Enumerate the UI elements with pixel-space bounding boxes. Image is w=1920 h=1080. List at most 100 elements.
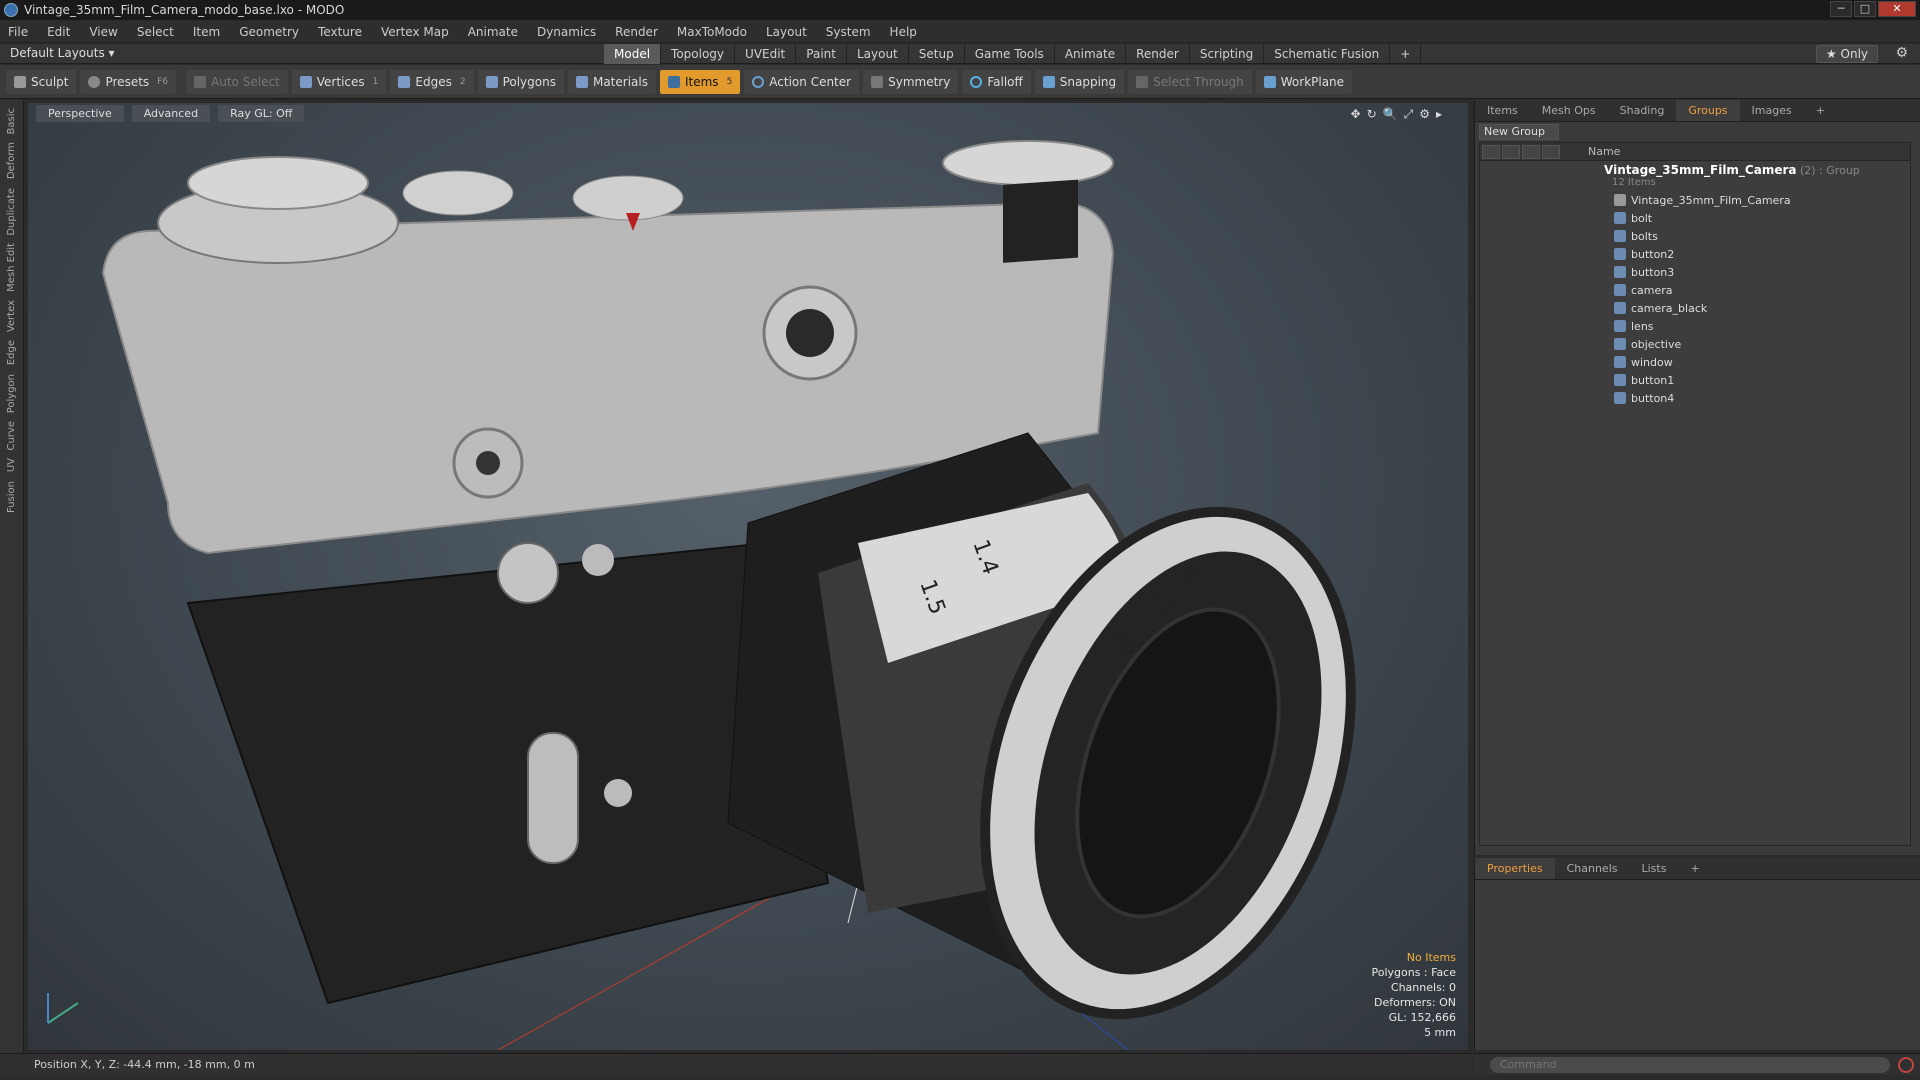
tab-shading[interactable]: Shading xyxy=(1608,100,1677,121)
advanced-shading-button[interactable]: Advanced xyxy=(131,105,211,122)
group-row[interactable]: Vintage_35mm_Film_Camera (2) : Group 12 … xyxy=(1480,161,1910,191)
list-item[interactable]: button2 xyxy=(1480,245,1910,263)
edges-mode-button[interactable]: Edges 2 xyxy=(390,69,474,94)
default-layouts-dropdown[interactable]: Default Layouts ▾ xyxy=(10,46,115,60)
list-item[interactable]: objective xyxy=(1480,335,1910,353)
list-item[interactable]: camera xyxy=(1480,281,1910,299)
add-properties-tab-button[interactable]: + xyxy=(1678,858,1711,879)
menu-select[interactable]: Select xyxy=(137,25,174,39)
left-tab-edge[interactable]: Edge xyxy=(6,340,17,365)
viewport-info: No Items Polygons : Face Channels: 0 Def… xyxy=(1371,950,1456,1040)
action-center-button[interactable]: Action Center xyxy=(744,69,860,94)
tab-images[interactable]: Images xyxy=(1740,100,1804,121)
name-column-header[interactable]: Name xyxy=(1568,145,1620,158)
menu-texture[interactable]: Texture xyxy=(318,25,362,39)
falloff-button[interactable]: Falloff xyxy=(962,69,1031,94)
tab-groups[interactable]: Groups xyxy=(1676,100,1740,121)
locator-icon xyxy=(1614,194,1626,206)
tab-items[interactable]: Items xyxy=(1475,100,1530,121)
menu-vertex-map[interactable]: Vertex Map xyxy=(381,25,449,39)
list-item[interactable]: button3 xyxy=(1480,263,1910,281)
tab-channels[interactable]: Channels xyxy=(1555,858,1630,879)
workplane-button[interactable]: WorkPlane xyxy=(1255,69,1353,94)
left-tab-duplicate[interactable]: Duplicate xyxy=(6,188,17,236)
3d-viewport[interactable]: 1.4 1.5 8 11 16 Perspective Advanced Ray… xyxy=(28,103,1468,1050)
settings-gear-icon[interactable]: ⚙ xyxy=(1895,45,1908,61)
sculpt-button[interactable]: Sculpt xyxy=(6,69,77,94)
list-item[interactable]: button1 xyxy=(1480,371,1910,389)
position-readout: Position X, Y, Z: -44.4 mm, -18 mm, 0 m xyxy=(34,1058,255,1071)
ray-gl-toggle[interactable]: Ray GL: Off xyxy=(218,105,305,122)
snapping-button[interactable]: Snapping xyxy=(1034,69,1125,94)
list-item[interactable]: bolts xyxy=(1480,227,1910,245)
menu-animate[interactable]: Animate xyxy=(468,25,518,39)
menu-dynamics[interactable]: Dynamics xyxy=(537,25,596,39)
tab-paint[interactable]: Paint xyxy=(796,44,847,64)
maximize-button[interactable]: □ xyxy=(1854,1,1876,17)
auto-select-icon xyxy=(194,75,207,88)
window-title: Vintage_35mm_Film_Camera_modo_base.lxo -… xyxy=(24,3,345,17)
new-group-button[interactable]: New Group xyxy=(1479,124,1559,140)
left-tab-uv[interactable]: UV xyxy=(6,458,17,472)
tab-uvedit[interactable]: UVEdit xyxy=(735,44,797,64)
items-mode-button[interactable]: Items 5 xyxy=(659,69,741,94)
symmetry-button[interactable]: Symmetry xyxy=(863,69,959,94)
menu-layout[interactable]: Layout xyxy=(766,25,807,39)
menu-render[interactable]: Render xyxy=(615,25,658,39)
tab-scripting[interactable]: Scripting xyxy=(1190,44,1265,64)
left-tab-vertex[interactable]: Vertex xyxy=(6,300,17,332)
tab-schematic-fusion[interactable]: Schematic Fusion xyxy=(1264,44,1391,64)
left-tab-curve[interactable]: Curve xyxy=(6,421,17,451)
main-toolbar: Sculpt Presets F6 Auto Select Vertices 1 E… xyxy=(0,65,1920,99)
tab-setup[interactable]: Setup xyxy=(909,44,965,64)
menu-file[interactable]: File xyxy=(8,25,28,39)
menu-edit[interactable]: Edit xyxy=(47,25,70,39)
record-macro-icon[interactable] xyxy=(1898,1057,1914,1073)
tab-render[interactable]: Render xyxy=(1126,44,1190,64)
menu-system[interactable]: System xyxy=(826,25,871,39)
tab-layout[interactable]: Layout xyxy=(847,44,909,64)
list-item[interactable]: bolt xyxy=(1480,209,1910,227)
command-input[interactable] xyxy=(1490,1057,1890,1073)
list-item[interactable]: camera_black xyxy=(1480,299,1910,317)
tab-mesh-ops[interactable]: Mesh Ops xyxy=(1530,100,1608,121)
list-item[interactable]: Vintage_35mm_Film_Camera xyxy=(1480,191,1910,209)
list-item[interactable]: button4 xyxy=(1480,389,1910,407)
left-tab-basic[interactable]: Basic xyxy=(6,108,17,134)
perspective-view-button[interactable]: Perspective xyxy=(36,105,124,122)
visibility-column-icon[interactable] xyxy=(1482,144,1500,159)
tab-game-tools[interactable]: Game Tools xyxy=(965,44,1055,64)
close-button[interactable]: ✕ xyxy=(1878,1,1916,17)
menu-help[interactable]: Help xyxy=(890,25,917,39)
auto-select-button[interactable]: Auto Select xyxy=(186,69,288,94)
left-tab-polygon[interactable]: Polygon xyxy=(6,374,17,413)
tab-lists[interactable]: Lists xyxy=(1630,858,1679,879)
select-through-button[interactable]: Select Through xyxy=(1128,69,1252,94)
tab-properties[interactable]: Properties xyxy=(1475,858,1555,879)
tab-animate[interactable]: Animate xyxy=(1055,44,1127,64)
viewport-nav-icons[interactable]: ✥↻🔍⤢⚙▸ xyxy=(1351,107,1448,122)
menu-view[interactable]: View xyxy=(89,25,117,39)
left-tab-fusion[interactable]: Fusion xyxy=(6,481,17,513)
vertices-mode-button[interactable]: Vertices 1 xyxy=(291,69,387,94)
menu-maxtomodo[interactable]: MaxToModo xyxy=(677,25,747,39)
tab-model[interactable]: Model xyxy=(604,44,662,64)
polygons-mode-button[interactable]: Polygons xyxy=(477,69,564,94)
select-column-icon[interactable] xyxy=(1542,144,1560,159)
list-item[interactable]: window xyxy=(1480,353,1910,371)
only-toggle[interactable]: ★ Only xyxy=(1816,45,1878,63)
render-column-icon[interactable] xyxy=(1502,144,1520,159)
tab-topology[interactable]: Topology xyxy=(661,44,736,64)
list-item[interactable]: lens xyxy=(1480,317,1910,335)
mesh-icon xyxy=(1614,212,1626,224)
add-panel-tab-button[interactable]: + xyxy=(1804,100,1837,121)
left-tab-deform[interactable]: Deform xyxy=(6,142,17,179)
minimize-button[interactable]: ─ xyxy=(1830,1,1852,17)
lock-column-icon[interactable] xyxy=(1522,144,1540,159)
add-tab-button[interactable]: + xyxy=(1390,44,1422,64)
menu-item[interactable]: Item xyxy=(193,25,220,39)
left-tab-mesh-edit[interactable]: Mesh Edit xyxy=(6,243,17,292)
presets-button[interactable]: Presets F6 xyxy=(80,69,177,94)
materials-mode-button[interactable]: Materials xyxy=(567,69,656,94)
menu-geometry[interactable]: Geometry xyxy=(239,25,299,39)
